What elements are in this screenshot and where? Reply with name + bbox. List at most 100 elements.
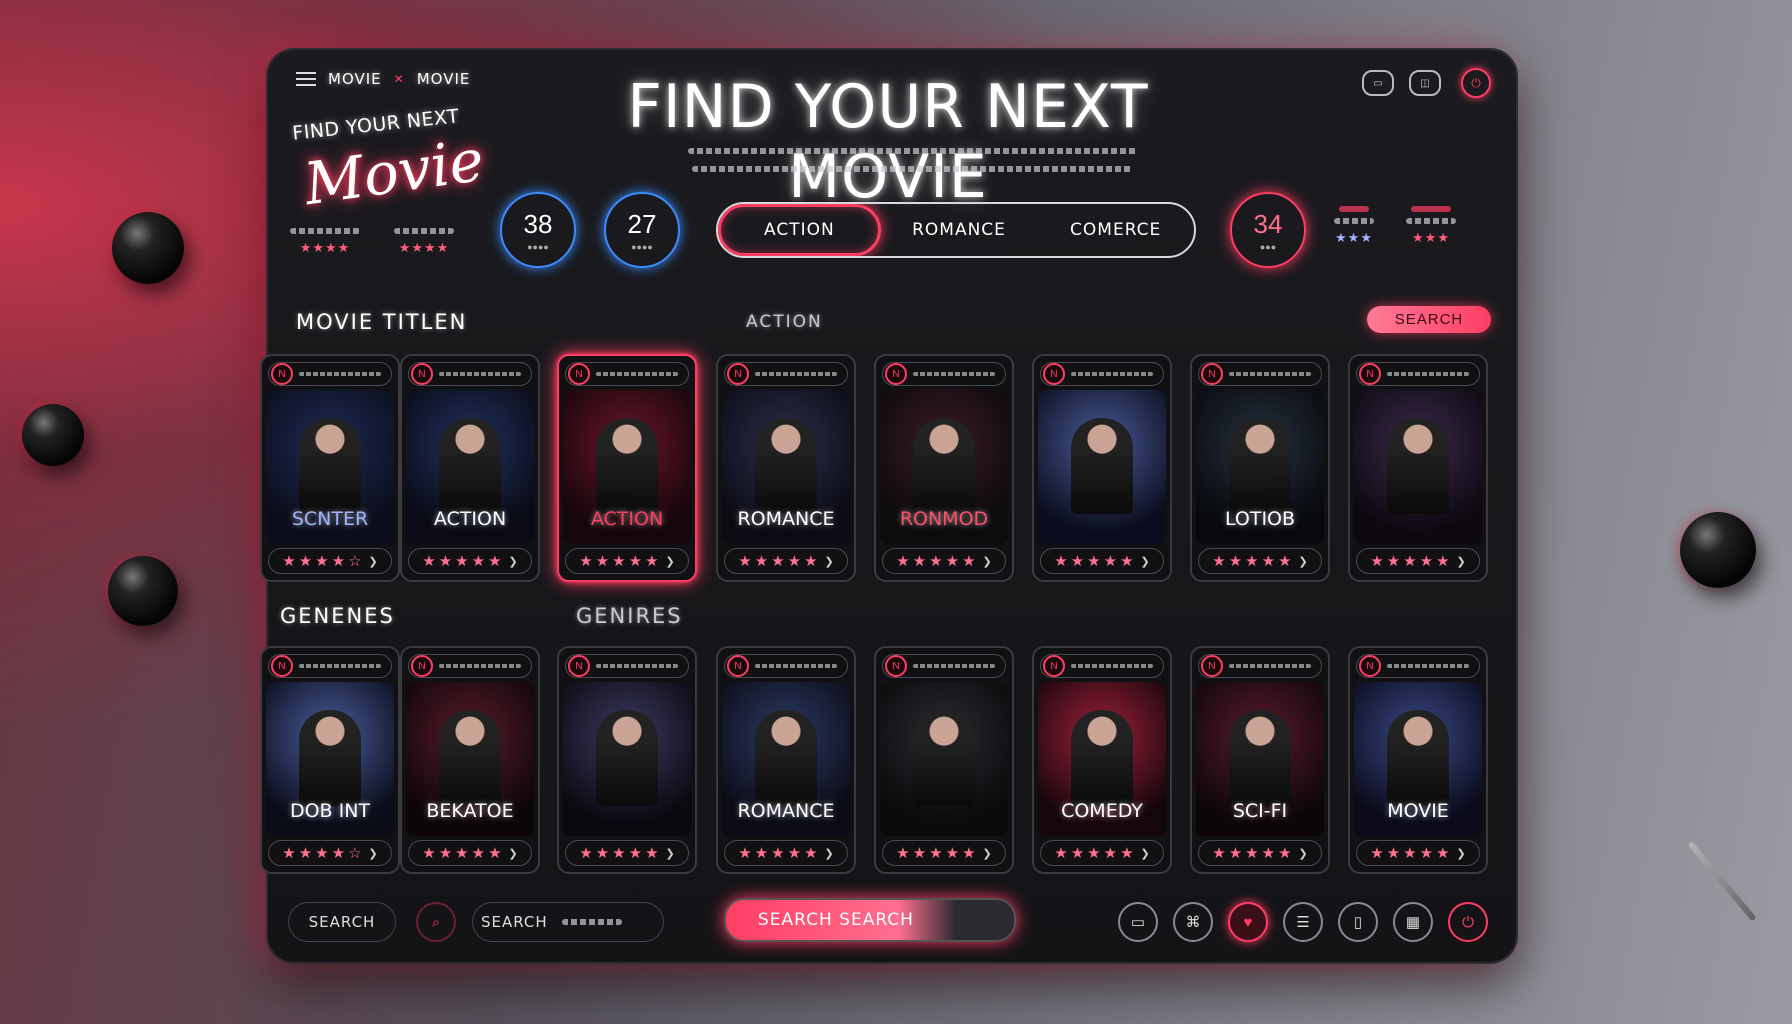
card-header: N [408, 362, 532, 386]
star-icon: ★ [488, 553, 502, 570]
poster-figure [299, 418, 361, 514]
movie-card[interactable]: N DOB INT ★ ★ ★ ★ ☆ ❯ [260, 646, 400, 874]
tab-action[interactable]: ACTION [718, 204, 881, 256]
movie-card[interactable]: N ★ ★ ★ ★ ★ ❯ [1032, 354, 1172, 582]
search-button[interactable]: SEARCH [1367, 306, 1491, 333]
card-more-icon[interactable]: ❯ [983, 847, 992, 860]
star-icon: ★ [1228, 553, 1243, 570]
tab-comerce[interactable]: COMERCE [1037, 204, 1194, 256]
card-rating: ★ ★ ★ ★ ★ ❯ [565, 840, 689, 866]
star-icon: ★ [929, 553, 943, 570]
card-more-icon[interactable]: ❯ [666, 847, 675, 860]
window-button[interactable]: ▭ [1362, 70, 1394, 96]
star-icon: ★ [455, 553, 469, 570]
movie-card[interactable]: N ACTION ★ ★ ★ ★ ★ ❯ [400, 354, 540, 582]
movie-card[interactable]: N SCNTER ★ ★ ★ ★ ☆ ❯ [260, 354, 400, 582]
brand-left: MOVIE [328, 70, 382, 88]
movie-card[interactable]: N ★ ★ ★ ★ ★ ❯ [557, 646, 697, 874]
heart-icon[interactable]: ♥ [1228, 902, 1268, 942]
star-icon: ★ [1386, 553, 1401, 570]
poster-figure [1387, 710, 1449, 806]
movie-card[interactable]: N SCI-FI ★ ★ ★ ★ ★ ❯ [1190, 646, 1330, 874]
section-filter-genres[interactable]: GENIRES [576, 604, 683, 628]
star-icon: ★ [579, 845, 593, 862]
movie-poster[interactable]: DOB INT [266, 682, 394, 836]
movie-card[interactable]: N LOTIOB ★ ★ ★ ★ ★ ❯ [1190, 354, 1330, 582]
star-icon: ★ [298, 845, 313, 862]
card-more-icon[interactable]: ❯ [983, 555, 992, 568]
card-more-icon[interactable]: ❯ [1299, 847, 1308, 860]
mini-rating: ★★★ [1334, 206, 1374, 246]
movie-poster[interactable]: MOVIE [1354, 682, 1482, 836]
movie-card[interactable]: N BEKATOE ★ ★ ★ ★ ★ ❯ [400, 646, 540, 874]
star-icon: ★ [1278, 553, 1292, 570]
star-icon: ★ [945, 845, 960, 862]
bookmark-icon[interactable]: ▯ [1338, 902, 1378, 942]
star-icon: ★ [962, 553, 976, 570]
section-filter-action[interactable]: ACTION [746, 312, 823, 332]
search-input[interactable]: SEARCH [472, 902, 664, 942]
star-icon: ★ [804, 845, 818, 862]
card-more-icon[interactable]: ❯ [509, 847, 518, 860]
movie-poster[interactable]: ROMANCE [722, 682, 850, 836]
movie-poster[interactable]: LOTIOB [1196, 390, 1324, 544]
search-left-button[interactable]: SEARCH [288, 902, 396, 942]
movie-poster[interactable]: ACTION [406, 390, 534, 544]
star-icon: ★ [1212, 553, 1226, 570]
card-more-icon[interactable]: ❯ [509, 555, 518, 568]
movie-card[interactable]: N COMEDY ★ ★ ★ ★ ★ ❯ [1032, 646, 1172, 874]
card-more-icon[interactable]: ❯ [825, 847, 834, 860]
card-more-icon[interactable]: ❯ [1299, 555, 1308, 568]
gamepad-icon[interactable]: ⌘ [1173, 902, 1213, 942]
card-header-text [913, 372, 995, 376]
filter-icon[interactable]: ⌕ [416, 902, 456, 942]
card-more-icon[interactable]: ❯ [666, 555, 675, 568]
card-header: N [1198, 654, 1322, 678]
card-header: N [882, 362, 1006, 386]
movie-poster[interactable]: ROMANCE [722, 390, 850, 544]
star-icon: ★ [1370, 845, 1384, 862]
star-icon: ★ [612, 845, 626, 862]
movie-poster[interactable]: SCNTER [266, 390, 394, 544]
movie-poster[interactable] [1038, 390, 1166, 544]
card-more-icon[interactable]: ❯ [825, 555, 834, 568]
card-more-icon[interactable]: ❯ [1457, 847, 1466, 860]
power-icon[interactable]: ⏻ [1448, 902, 1488, 942]
star-icon: ★ [1054, 845, 1068, 862]
movie-poster[interactable]: BEKATOE [406, 682, 534, 836]
card-more-icon[interactable]: ❯ [369, 847, 378, 860]
card-more-icon[interactable]: ❯ [1457, 555, 1466, 568]
movie-card[interactable]: N ★ ★ ★ ★ ★ ❯ [1348, 354, 1488, 582]
card-more-icon[interactable]: ❯ [1141, 555, 1150, 568]
tab-romance[interactable]: ROMANCE [881, 204, 1038, 256]
movie-poster[interactable]: COMEDY [1038, 682, 1166, 836]
movie-card[interactable]: N ★ ★ ★ ★ ★ ❯ [874, 646, 1014, 874]
poster-title: DOB INT [289, 800, 371, 822]
search-cta-button[interactable]: SEARCH SEARCH [724, 898, 1016, 942]
card-header: N [724, 654, 848, 678]
movie-poster[interactable]: ACTION [563, 390, 691, 544]
movie-poster[interactable]: RONMOD [880, 390, 1008, 544]
grid-icon[interactable]: ▦ [1393, 902, 1433, 942]
menu-icon[interactable] [296, 72, 316, 86]
tv-icon[interactable]: ▭ [1118, 902, 1158, 942]
card-more-icon[interactable]: ❯ [369, 555, 378, 568]
movie-card[interactable]: N MOVIE ★ ★ ★ ★ ★ ❯ [1348, 646, 1488, 874]
poster-title: SCNTER [291, 508, 369, 530]
poster-title: RONMOD [899, 508, 989, 530]
movie-poster[interactable] [1354, 390, 1482, 544]
power-icon[interactable]: ⏻ [1461, 68, 1491, 98]
movie-card[interactable]: N ACTION ★ ★ ★ ★ ★ ❯ [557, 354, 697, 582]
card-more-icon[interactable]: ❯ [1141, 847, 1150, 860]
movie-poster[interactable] [563, 682, 691, 836]
list-icon[interactable]: ☰ [1283, 902, 1323, 942]
movie-poster[interactable] [880, 682, 1008, 836]
stat-value: 34 [1253, 208, 1283, 239]
card-badge-icon: N [1043, 655, 1065, 677]
poster-title: MOVIE [1387, 800, 1449, 822]
movie-card[interactable]: N ROMANCE ★ ★ ★ ★ ★ ❯ [716, 646, 856, 874]
movie-card[interactable]: N RONMOD ★ ★ ★ ★ ★ ❯ [874, 354, 1014, 582]
window-button[interactable]: ◫ [1409, 70, 1441, 96]
movie-card[interactable]: N ROMANCE ★ ★ ★ ★ ★ ❯ [716, 354, 856, 582]
movie-poster[interactable]: SCI-FI [1196, 682, 1324, 836]
